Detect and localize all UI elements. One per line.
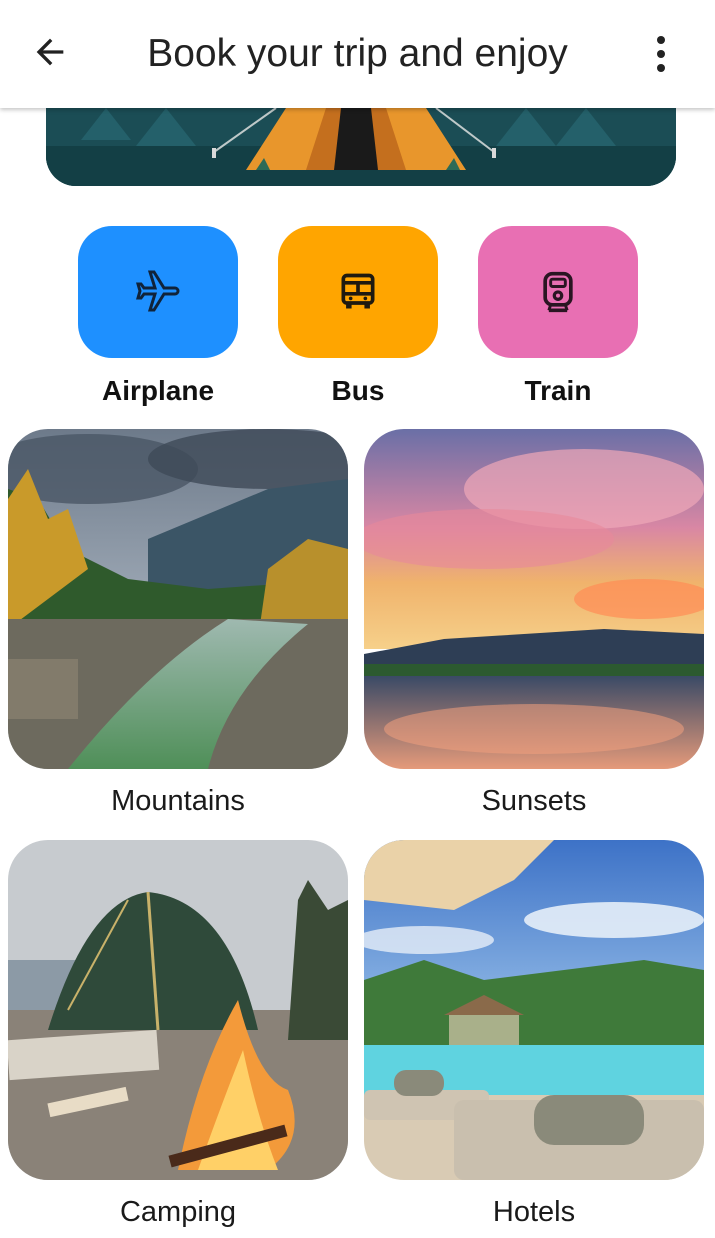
destination-card-camping: Camping	[8, 840, 348, 1230]
arrow-back-icon	[36, 38, 64, 66]
app-bar: Book your trip and enjoy	[0, 0, 715, 108]
sunsets-photo[interactable]	[364, 429, 704, 769]
transport-option-train: Train	[478, 226, 638, 408]
bus-button[interactable]	[278, 226, 438, 358]
mountains-photo[interactable]	[8, 429, 348, 769]
mountains-caption: Mountains	[111, 785, 245, 817]
destination-card-sunsets: Sunsets	[364, 429, 704, 819]
back-button[interactable]	[24, 26, 76, 78]
airplane-button[interactable]	[78, 226, 238, 358]
destination-card-hotels: Hotels	[364, 840, 704, 1230]
camping-photo[interactable]	[8, 840, 348, 1180]
hotels-caption: Hotels	[492, 1196, 576, 1228]
train-label: Train	[524, 375, 592, 406]
camping-caption: Camping	[119, 1196, 237, 1228]
transport-option-airplane: Airplane	[78, 226, 238, 408]
bus-icon	[341, 273, 375, 309]
more-options-button[interactable]	[643, 28, 679, 80]
transport-option-bus: Bus	[278, 226, 438, 408]
bus-label: Bus	[331, 375, 385, 406]
train-button[interactable]	[478, 226, 638, 358]
hotels-photo[interactable]	[364, 840, 704, 1180]
sunsets-caption: Sunsets	[481, 785, 587, 817]
more-vert-icon	[657, 36, 665, 44]
train-icon	[543, 271, 573, 313]
page-title: Book your trip and enjoy	[147, 32, 568, 75]
airplane-label: Airplane	[101, 375, 215, 406]
airplane-icon	[136, 270, 180, 312]
destination-card-mountains: Mountains	[8, 429, 348, 819]
